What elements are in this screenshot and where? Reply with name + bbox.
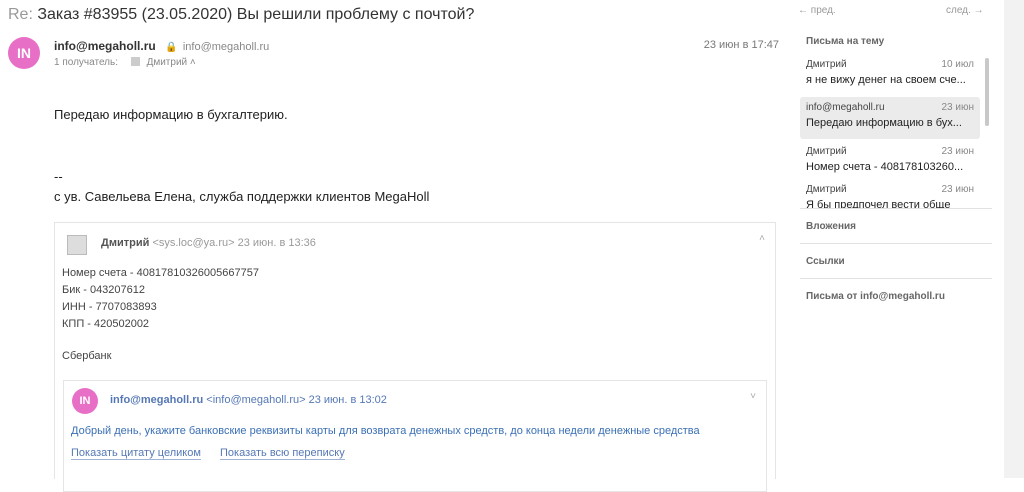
chevron-up-icon[interactable]: ˄: [759, 233, 765, 244]
next-message-button[interactable]: след. →: [946, 5, 984, 16]
thread-item-selected[interactable]: info@megaholl.ru 23 июн Передаю информац…: [800, 97, 980, 139]
thread-sidebar: ← пред. след. → Письма на тему Дмитрий 1…: [796, 0, 1004, 478]
message-pane: Re: Заказ #83955 (23.05.2020) Вы решили …: [0, 0, 795, 492]
quote-sender-line: Дмитрий <sys.loc@ya.ru> 23 июн. в 13:36: [101, 237, 316, 249]
recipient-name[interactable]: Дмитрий: [147, 57, 188, 68]
nested-sender-line: info@megaholl.ru <info@megaholl.ru> 23 и…: [110, 394, 387, 406]
thread-item[interactable]: Дмитрий 23 июн Номер счета - 40817810326…: [800, 141, 980, 183]
thread-item[interactable]: Дмитрий 10 июл я не вижу денег на своем …: [800, 54, 980, 96]
contact-icon: [67, 235, 87, 255]
message-body: Передаю информацию в бухгалтерию.: [54, 107, 288, 122]
quote-line: Бик - 043207612: [62, 284, 146, 296]
quote-line: КПП - 420502002: [62, 318, 150, 330]
thread-list-title: Письма на тему: [806, 36, 885, 47]
links-section[interactable]: Ссылки: [806, 256, 845, 267]
quoted-message: Дмитрий <sys.loc@ya.ru> 23 июн. в 13:36 …: [54, 222, 776, 492]
quote-date: 23 июн. в 13:36: [237, 237, 316, 249]
nested-quoted-message: IN info@megaholl.ru <info@megaholl.ru> 2…: [63, 380, 767, 492]
attachments-section[interactable]: Вложения: [806, 221, 856, 232]
sender-line: info@megaholl.ru 🔒 info@megaholl.ru: [54, 39, 269, 53]
divider: [800, 243, 992, 244]
signature-separator: --: [54, 169, 63, 184]
chevron-down-icon[interactable]: ˅: [750, 391, 756, 402]
divider: [800, 278, 992, 279]
nested-sender-name[interactable]: info@megaholl.ru: [110, 394, 203, 406]
sender-letters-section[interactable]: Письма от info@megaholl.ru: [806, 291, 945, 302]
quote-line: Номер счета - 40817810326005667757: [62, 267, 259, 279]
message-subject: Re: Заказ #83955 (23.05.2020) Вы решили …: [8, 6, 475, 23]
sender-email[interactable]: info@megaholl.ru: [183, 41, 269, 53]
recipients-label: 1 получатель:: [54, 57, 119, 68]
contact-icon: [130, 57, 140, 66]
nested-date: 23 июн. в 13:02: [308, 394, 387, 406]
show-full-thread-link[interactable]: Показать всю переписку: [220, 447, 345, 460]
lock-icon: 🔒: [165, 42, 178, 53]
message-date: 23 июн в 17:47: [703, 39, 779, 51]
nested-sender-avatar[interactable]: IN: [72, 388, 98, 414]
page-scroll-gutter[interactable]: [1004, 0, 1024, 478]
quote-sender-email: <sys.loc@ya.ru>: [152, 237, 235, 249]
prev-message-button[interactable]: ← пред.: [798, 5, 836, 16]
quote-bank: Сбербанк: [62, 350, 112, 362]
thread-list-scrollbar[interactable]: [985, 58, 989, 126]
divider: [800, 208, 992, 209]
signature: с ув. Савельева Елена, служба поддержки …: [54, 189, 430, 204]
nested-sender-email: <info@megaholl.ru>: [206, 394, 306, 406]
thread-item[interactable]: Дмитрий 23 июн Я бы предпочел вести обще: [800, 179, 980, 209]
quote-line: ИНН - 7707083893: [62, 301, 157, 313]
chevron-up-icon[interactable]: ˄: [190, 57, 196, 68]
show-full-quote-link[interactable]: Показать цитату целиком: [71, 447, 201, 460]
quote-sender-name[interactable]: Дмитрий: [101, 237, 149, 249]
sender-name[interactable]: info@megaholl.ru: [54, 39, 156, 53]
nested-message-text: Добрый день, укажите банковские реквизит…: [71, 425, 700, 437]
recipients-line[interactable]: 1 получатель: Дмитрий ˄: [54, 57, 196, 68]
sender-avatar[interactable]: IN: [8, 37, 40, 69]
